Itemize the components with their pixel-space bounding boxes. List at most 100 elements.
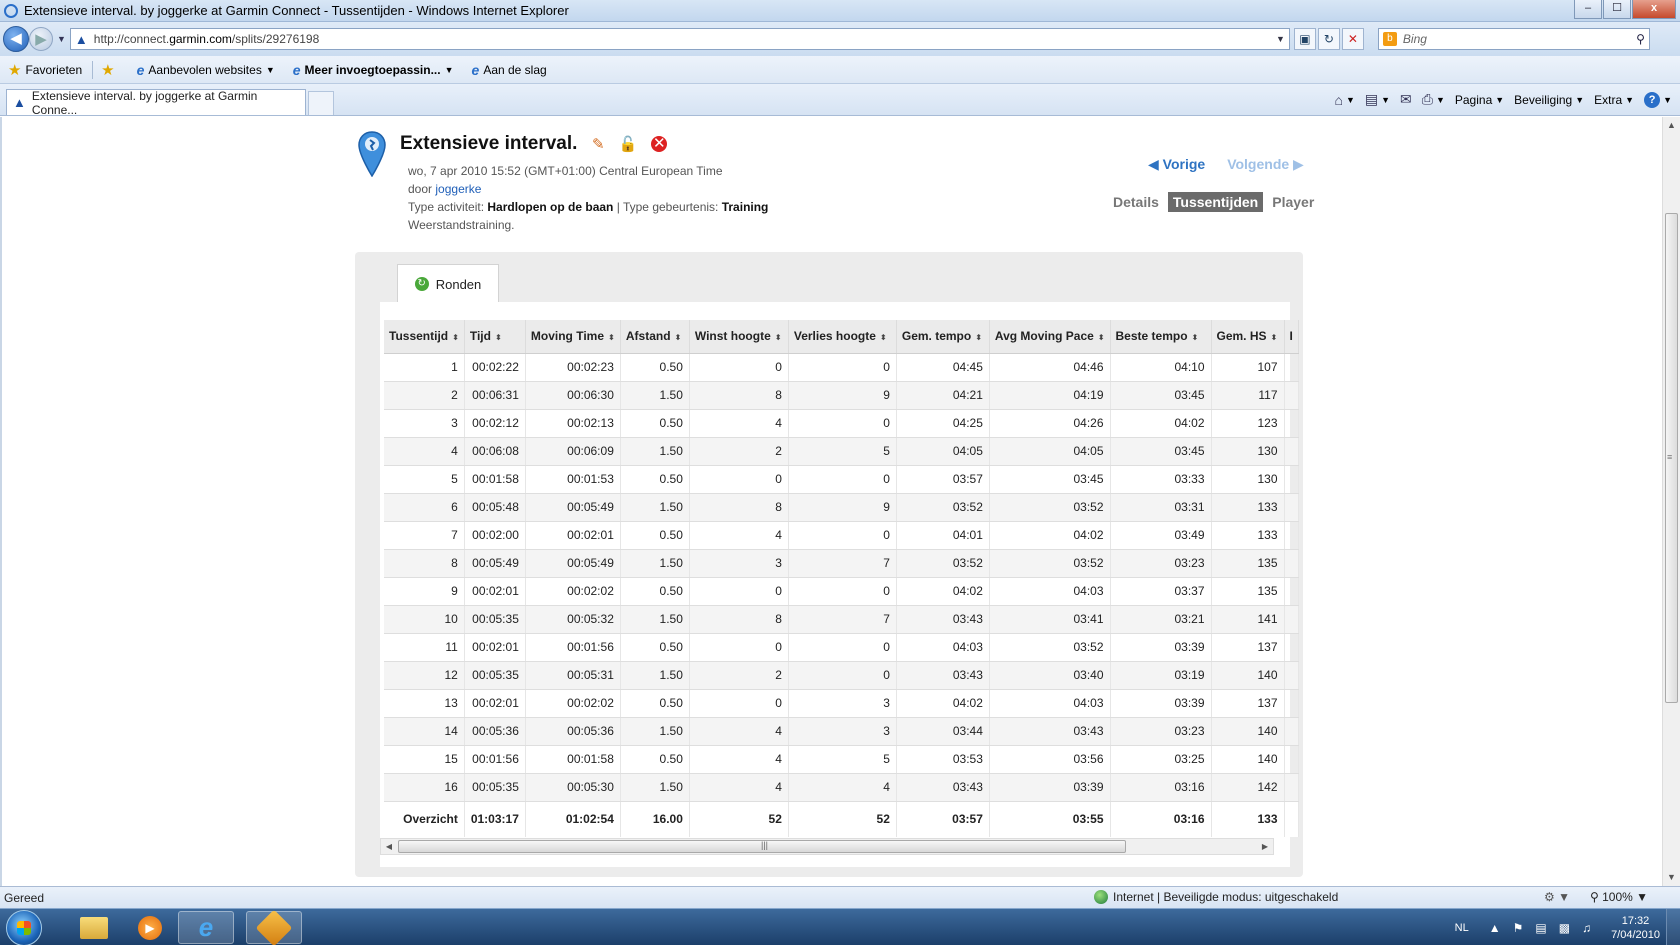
system-clock[interactable]: 17:32 7/04/2010 — [1611, 914, 1660, 942]
tab-details[interactable]: Details — [1108, 192, 1164, 212]
add-favorite-button[interactable]: ★ — [101, 61, 118, 79]
column-header[interactable]: Beste tempo ⬍ — [1110, 320, 1212, 354]
table-cell: 03:37 — [1110, 577, 1212, 606]
taskbar-explorer[interactable] — [66, 911, 122, 944]
table-cell: 137 — [1211, 689, 1285, 718]
tab-laps[interactable]: ↻ Ronden — [397, 264, 499, 303]
scroll-left-icon[interactable]: ◀ — [381, 839, 397, 854]
back-button[interactable]: ◀ — [3, 26, 29, 52]
action-center-flag-icon[interactable]: ⚑ — [1513, 921, 1524, 935]
column-header[interactable]: Gem. tempo ⬍ — [896, 320, 990, 354]
close-window-button[interactable]: x — [1632, 0, 1676, 19]
table-cell: 140 — [1211, 745, 1285, 774]
taskbar-internet-explorer[interactable]: e — [178, 911, 234, 944]
safety-menu[interactable]: Beveiliging ▼ — [1514, 93, 1584, 107]
scroll-up-icon[interactable]: ▲ — [1663, 117, 1680, 134]
table-cell: 04:03 — [989, 577, 1111, 606]
table-row: 12 00:05:35 00:05:31 1.50 2 0 03:43 03:40 03:19 1… — [384, 661, 1299, 690]
tab-splits[interactable]: Tussentijden — [1167, 192, 1264, 212]
column-header[interactable]: Winst hoogte ⬍ — [689, 320, 789, 354]
table-cell: 9 — [788, 493, 897, 522]
show-desktop-button[interactable] — [1666, 909, 1680, 945]
summary-cell: 52 — [689, 801, 789, 837]
tools-menu[interactable]: Extra ▼ — [1594, 93, 1634, 107]
table-cell: 00:05:35 — [464, 605, 526, 634]
show-hidden-icons-icon[interactable]: ▲ — [1489, 921, 1501, 935]
column-header[interactable]: Gem. HS ⬍ — [1211, 320, 1285, 354]
minimize-button[interactable]: – — [1574, 0, 1602, 19]
address-url[interactable]: http://connect.garmin.com/splits/2927619… — [94, 32, 319, 46]
table-cell: 00:01:56 — [525, 633, 621, 662]
stop-icon[interactable]: ✕ — [1341, 28, 1364, 50]
feeds-button[interactable]: ▤ ▼ — [1365, 91, 1390, 108]
edit-pencil-icon[interactable]: ✎ — [592, 135, 605, 153]
protected-mode-icon[interactable]: ⚙ ▼ — [1544, 890, 1570, 904]
sort-icon: ⬍ — [1270, 333, 1278, 343]
new-tab-button[interactable] — [308, 91, 334, 115]
splits-table: Tussentijd ⬍ Tijd ⬍ Moving Time ⬍ Afstand ⬍ Wins… — [384, 320, 1299, 837]
start-button[interactable] — [6, 910, 42, 945]
star-icon: ★ — [8, 61, 22, 79]
maximize-button[interactable]: ☐ — [1603, 0, 1631, 19]
chevron-down-icon: ▼ — [1663, 94, 1672, 105]
table-cell: 8 — [689, 493, 789, 522]
horizontal-scrollbar[interactable]: ◀ ||| ▶ — [380, 838, 1274, 855]
privacy-lock-icon[interactable]: 🔓 — [619, 135, 638, 153]
vertical-scrollbar[interactable]: ▲ ≡ ▼ — [1662, 117, 1680, 886]
compatibility-view-icon[interactable]: ▣ — [1293, 28, 1316, 50]
ie-page-icon: e — [471, 61, 480, 78]
table-cell: 03:45 — [1110, 381, 1212, 410]
security-zone-label: Internet | Beveiligde modus: uitgeschake… — [1113, 890, 1339, 904]
address-bar[interactable]: ▲ http://connect.garmin.com/splits/29276… — [69, 28, 1290, 50]
scroll-right-icon[interactable]: ▶ — [1257, 839, 1273, 854]
column-header[interactable]: Moving Time ⬍ — [525, 320, 621, 354]
previous-activity-link[interactable]: ◀ Vorige — [1148, 156, 1205, 173]
forward-button[interactable]: ▶ — [29, 27, 53, 51]
signal-icon[interactable]: ▩ — [1559, 921, 1570, 935]
column-header[interactable]: Tussentijd ⬍ — [384, 320, 465, 354]
taskbar-media-player[interactable]: ▶ — [122, 911, 178, 944]
browser-tab-active[interactable]: ▲ Extensieve interval. by joggerke at Ga… — [6, 89, 306, 117]
table-cell: 6 — [384, 493, 465, 522]
volume-icon[interactable]: ♫ — [1582, 921, 1591, 935]
table-cell: 00:05:30 — [525, 773, 621, 802]
column-header[interactable]: Verlies hoogte ⬍ — [788, 320, 897, 354]
mail-button[interactable]: ✉ — [1400, 91, 1412, 108]
favorites-button[interactable]: ★ Favorieten — [8, 61, 82, 79]
taskbar-winamp[interactable] — [246, 909, 302, 945]
column-header[interactable]: Tijd ⬍ — [464, 320, 526, 354]
column-header[interactable]: Avg Moving Pace ⬍ — [989, 320, 1111, 354]
table-cell: 00:01:56 — [464, 745, 526, 774]
help-menu[interactable]: ? ▼ — [1644, 91, 1672, 108]
scroll-down-icon[interactable]: ▼ — [1663, 869, 1680, 886]
column-header[interactable]: Afstand ⬍ — [620, 320, 690, 354]
search-input[interactable]: b Bing ⚲ — [1377, 28, 1650, 50]
zoom-level[interactable]: ⚲ 100% ▼ — [1590, 890, 1648, 904]
language-indicator[interactable]: NL — [1455, 922, 1469, 934]
refresh-icon[interactable]: ↻ — [1317, 28, 1340, 50]
page-menu[interactable]: Pagina ▼ — [1455, 93, 1504, 107]
sort-icon: ⬍ — [879, 333, 887, 343]
column-header[interactable]: I — [1284, 320, 1299, 354]
delete-icon[interactable]: ✕ — [651, 136, 668, 152]
addons-link[interactable]: e Meer invoegtoepassin... ▼ — [293, 62, 454, 78]
activity-meta: wo, 7 apr 2010 15:52 (GMT+01:00) Central… — [408, 162, 768, 234]
column-header-label: I — [1289, 329, 1293, 344]
home-button[interactable]: ⌂ ▼ — [1334, 92, 1354, 108]
security-zone[interactable]: Internet | Beveiligde modus: uitgeschake… — [1094, 890, 1338, 904]
table-cell: 00:06:30 — [525, 381, 621, 410]
table-cell: 0.50 — [620, 353, 690, 382]
next-activity-link[interactable]: Volgende ▶ — [1227, 156, 1304, 173]
recommended-sites-link[interactable]: e Aanbevolen websites ▼ — [137, 62, 275, 78]
table-cell: 03:33 — [1110, 465, 1212, 494]
search-icon[interactable]: ⚲ — [1636, 32, 1645, 46]
history-dropdown-icon[interactable]: ▼ — [57, 34, 66, 44]
network-icon[interactable]: ▤ — [1535, 921, 1546, 935]
get-started-link[interactable]: e Aan de slag — [472, 62, 547, 78]
table-cell: 0 — [788, 521, 897, 550]
user-link[interactable]: joggerke — [435, 182, 481, 196]
laps-tab-label: Ronden — [435, 276, 482, 292]
tab-player[interactable]: Player — [1267, 192, 1319, 212]
address-dropdown-icon[interactable]: ▼ — [1272, 34, 1289, 44]
print-button[interactable]: ⎙ ▼ — [1422, 91, 1445, 108]
